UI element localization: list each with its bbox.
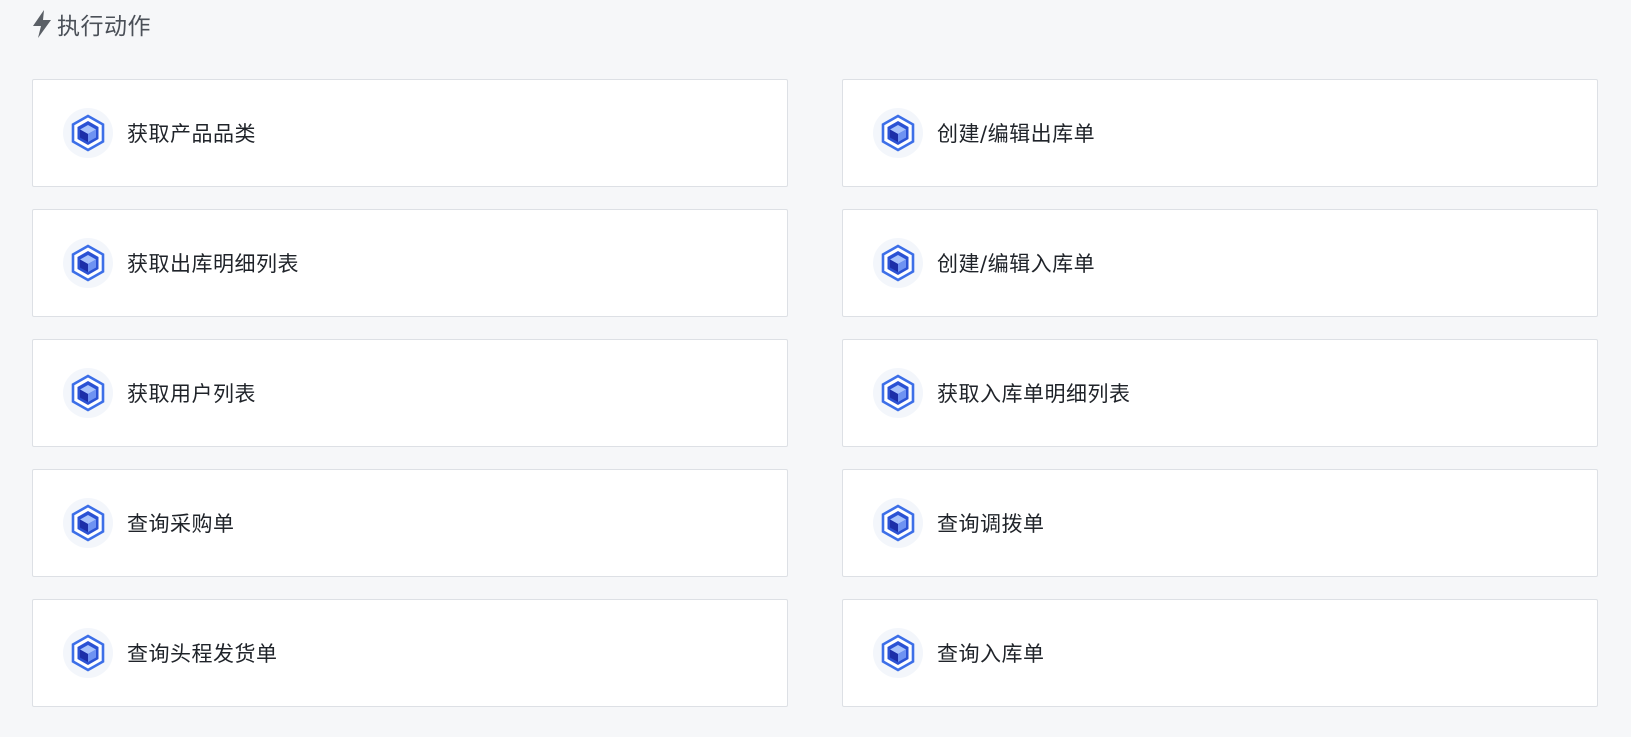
- action-label: 获取用户列表: [127, 382, 256, 406]
- cube-hexagon-icon: [63, 108, 113, 158]
- action-label: 查询采购单: [127, 512, 235, 536]
- action-card-create-edit-outbound[interactable]: 创建/编辑出库单: [842, 79, 1598, 187]
- cube-hexagon-icon: [873, 628, 923, 678]
- action-label: 查询头程发货单: [127, 642, 278, 666]
- action-label: 查询调拨单: [937, 512, 1045, 536]
- action-label: 查询入库单: [937, 642, 1045, 666]
- action-grid: 获取产品品类 创建/编辑出库单 获取出库明细列表 创建/编辑入库单 获取用户列表…: [32, 79, 1598, 707]
- action-label: 获取出库明细列表: [127, 252, 299, 276]
- cube-hexagon-icon: [873, 108, 923, 158]
- cube-hexagon-icon: [63, 498, 113, 548]
- cube-hexagon-icon: [873, 368, 923, 418]
- action-card-get-user-list[interactable]: 获取用户列表: [32, 339, 788, 447]
- action-label: 获取产品品类: [127, 122, 256, 146]
- lightning-bolt-icon: [31, 9, 53, 39]
- section-title: 执行动作: [57, 14, 151, 40]
- cube-hexagon-icon: [63, 368, 113, 418]
- action-card-create-edit-inbound[interactable]: 创建/编辑入库单: [842, 209, 1598, 317]
- section-header: 执行动作: [31, 6, 151, 42]
- cube-hexagon-icon: [873, 498, 923, 548]
- action-card-get-product-category[interactable]: 获取产品品类: [32, 79, 788, 187]
- action-card-get-inbound-detail-list[interactable]: 获取入库单明细列表: [842, 339, 1598, 447]
- action-card-query-inbound-order[interactable]: 查询入库单: [842, 599, 1598, 707]
- action-card-get-outbound-detail-list[interactable]: 获取出库明细列表: [32, 209, 788, 317]
- action-label: 获取入库单明细列表: [937, 382, 1131, 406]
- cube-hexagon-icon: [873, 238, 923, 288]
- action-label: 创建/编辑入库单: [937, 252, 1096, 276]
- action-card-query-transfer-order[interactable]: 查询调拨单: [842, 469, 1598, 577]
- cube-hexagon-icon: [63, 238, 113, 288]
- action-card-query-purchase-order[interactable]: 查询采购单: [32, 469, 788, 577]
- cube-hexagon-icon: [63, 628, 113, 678]
- action-card-query-first-leg-shipment[interactable]: 查询头程发货单: [32, 599, 788, 707]
- action-label: 创建/编辑出库单: [937, 122, 1096, 146]
